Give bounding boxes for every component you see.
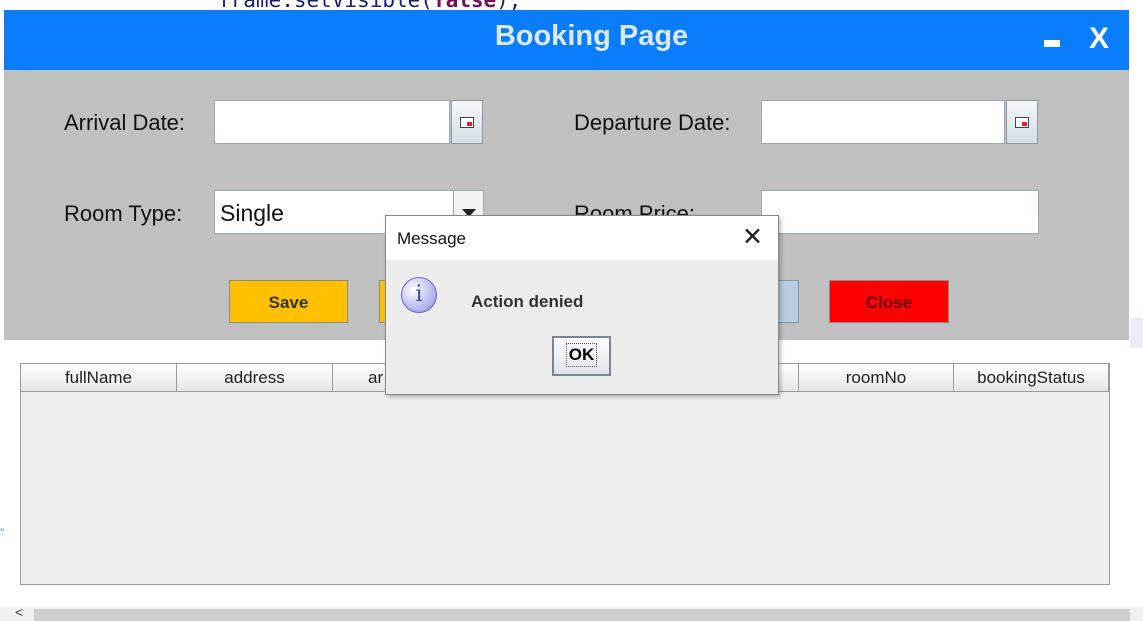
minimize-button[interactable]: [1044, 40, 1060, 47]
arrival-date-field[interactable]: [214, 100, 450, 144]
departure-date-label: Departure Date:: [574, 110, 731, 135]
column-header[interactable]: address: [177, 364, 333, 392]
calendar-icon: [460, 117, 474, 128]
window-title: Booking Page: [494, 20, 689, 52]
dialog-close-icon[interactable]: ✕: [742, 222, 763, 252]
horizontal-scrollbar[interactable]: <: [0, 604, 1143, 621]
message-dialog: Message ✕ i Action denied OK: [385, 215, 779, 395]
column-header[interactable]: fullName: [21, 364, 177, 392]
dialog-message: Action denied: [471, 292, 584, 311]
dialog-title: Message: [397, 229, 466, 248]
save-button[interactable]: Save: [229, 280, 348, 323]
departure-date-field[interactable]: [761, 100, 1005, 144]
column-header[interactable]: roomNo: [799, 364, 954, 392]
departure-calendar-button[interactable]: [1006, 100, 1038, 144]
scroll-left-icon[interactable]: <: [15, 604, 23, 620]
info-icon: i: [401, 277, 437, 313]
ok-label: OK: [565, 343, 598, 367]
arrival-date-label: Arrival Date:: [64, 110, 186, 135]
title-bar: Booking Page X: [4, 10, 1129, 70]
dialog-title-bar: Message ✕: [386, 216, 778, 260]
ok-button[interactable]: OK: [552, 336, 611, 376]
column-header[interactable]: bookingStatus: [954, 364, 1109, 392]
editor-side-strip: [1130, 318, 1143, 348]
close-window-button[interactable]: X: [1089, 22, 1109, 56]
scrollbar-thumb[interactable]: [34, 609, 1130, 621]
room-type-label: Room Type:: [64, 201, 183, 226]
close-button[interactable]: Close: [829, 280, 949, 323]
calendar-icon: [1015, 117, 1029, 128]
room-price-field[interactable]: [761, 190, 1039, 234]
bookings-table[interactable]: fullName address ar roomNo bookingStatus: [20, 363, 1110, 585]
arrival-calendar-button[interactable]: [451, 100, 483, 144]
room-type-value: Single: [220, 200, 284, 226]
